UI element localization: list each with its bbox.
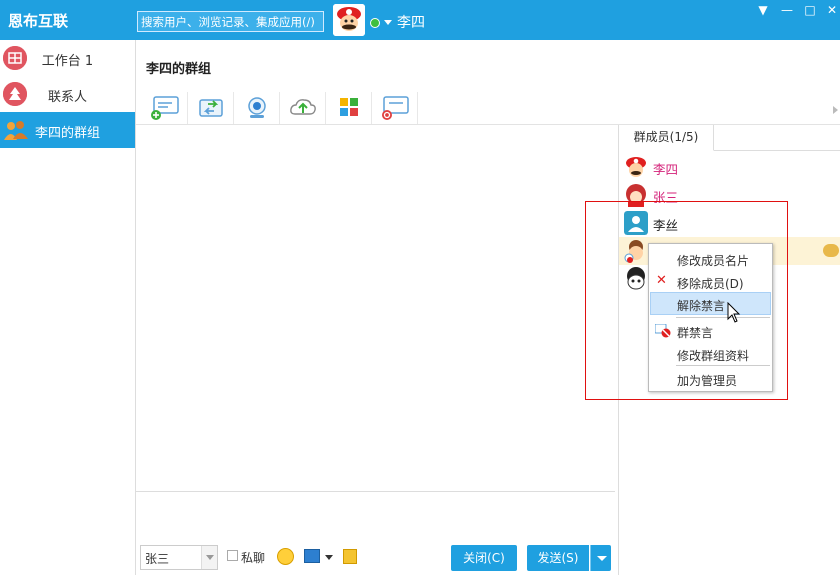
- tab-members[interactable]: 群成员(1/5): [619, 125, 714, 151]
- menu-item-edit-group[interactable]: 修改群组资料: [650, 342, 771, 365]
- message-area[interactable]: [136, 125, 618, 491]
- menu-item-unmute[interactable]: 解除禁言: [650, 292, 771, 315]
- sidebar-item-my-group[interactable]: 李四的群组: [0, 112, 135, 148]
- note-icon[interactable]: [343, 549, 357, 564]
- user-name: 李四: [397, 15, 425, 31]
- menu-separator: [676, 365, 770, 366]
- sidebar-item-workbench[interactable]: 工作台 1: [0, 40, 135, 76]
- menu-item-label: 解除禁言: [677, 299, 726, 313]
- minimize-icon[interactable]: —: [780, 3, 794, 17]
- avatar: [624, 155, 648, 179]
- chat-toolbar: [142, 92, 840, 126]
- menu-item-label: 群禁言: [677, 326, 714, 340]
- divider: [136, 491, 615, 492]
- send-options-button[interactable]: [590, 545, 611, 571]
- video-icon[interactable]: [234, 92, 280, 124]
- private-chat-label: 私聊: [241, 551, 266, 565]
- sidebar: 工作台 1 联系人 李四的群组: [0, 40, 136, 575]
- page-title: 李四的群组: [146, 62, 212, 77]
- search-input[interactable]: 搜索用户、浏览记录、集成应用(/): [137, 11, 324, 32]
- emoji-icon[interactable]: [277, 548, 294, 565]
- send-button[interactable]: 发送(S): [527, 545, 589, 571]
- sidebar-item-label: 联系人: [47, 90, 87, 105]
- menu-item-edit-card[interactable]: 修改成员名片: [650, 247, 771, 270]
- private-chat-checkbox[interactable]: [227, 550, 238, 561]
- online-status-icon[interactable]: [370, 18, 380, 28]
- menu-item-label: 移除成员(D): [677, 277, 744, 291]
- member-name: 李四: [653, 162, 679, 177]
- divider: [714, 150, 840, 151]
- chevron-right-icon[interactable]: [833, 106, 838, 114]
- apps-icon[interactable]: [326, 92, 372, 124]
- close-icon[interactable]: ✕: [825, 3, 839, 17]
- menu-item-label: 修改成员名片: [677, 254, 750, 268]
- menu-item-make-admin[interactable]: 加为管理员: [650, 367, 771, 390]
- remove-icon: ✕: [656, 273, 667, 288]
- menu-item-remove-member[interactable]: ✕ 移除成员(D): [650, 270, 771, 293]
- menu-item-label: 加为管理员: [677, 374, 738, 388]
- status-dropdown-icon[interactable]: [384, 20, 392, 25]
- sidebar-item-contacts[interactable]: 联系人: [0, 76, 135, 112]
- mouse-cursor-icon: [727, 301, 741, 327]
- ban-icon: [654, 323, 671, 338]
- upload-icon[interactable]: [280, 92, 326, 124]
- title-bar: 恩布互联 搜索用户、浏览记录、集成应用(/) 李四 ▼ — □ ✕: [0, 0, 840, 40]
- screenshot-dropdown-icon[interactable]: [325, 555, 333, 560]
- close-button[interactable]: 关闭(C): [451, 545, 517, 571]
- recipient-value: 张三: [145, 552, 170, 566]
- menu-item-group-mute[interactable]: 群禁言: [650, 319, 771, 342]
- member-item[interactable]: 李四: [619, 153, 840, 181]
- context-menu: 修改成员名片 ✕ 移除成员(D) 解除禁言 群禁言 修改群组资料 加为管理员: [648, 243, 773, 392]
- sidebar-item-label: 工作台 1: [41, 54, 94, 69]
- quit-group-icon[interactable]: [372, 92, 418, 124]
- app-title: 恩布互联: [8, 12, 69, 30]
- menu-item-label: 修改群组资料: [677, 349, 750, 363]
- sidebar-item-label: 李四的群组: [34, 126, 100, 141]
- chat-bubble-icon[interactable]: [823, 244, 839, 257]
- recipient-select[interactable]: 张三: [140, 545, 218, 570]
- add-member-icon[interactable]: [142, 92, 188, 124]
- maximize-icon[interactable]: □: [803, 3, 817, 17]
- user-avatar[interactable]: [333, 4, 365, 36]
- screenshot-icon[interactable]: [304, 549, 320, 563]
- menu-separator: [676, 317, 770, 318]
- transfer-file-icon[interactable]: [188, 92, 234, 124]
- menu-icon[interactable]: ▼: [756, 3, 770, 17]
- chevron-down-icon[interactable]: [201, 546, 217, 569]
- input-footer: 张三 私聊 关闭(C) 发送(S): [136, 545, 618, 575]
